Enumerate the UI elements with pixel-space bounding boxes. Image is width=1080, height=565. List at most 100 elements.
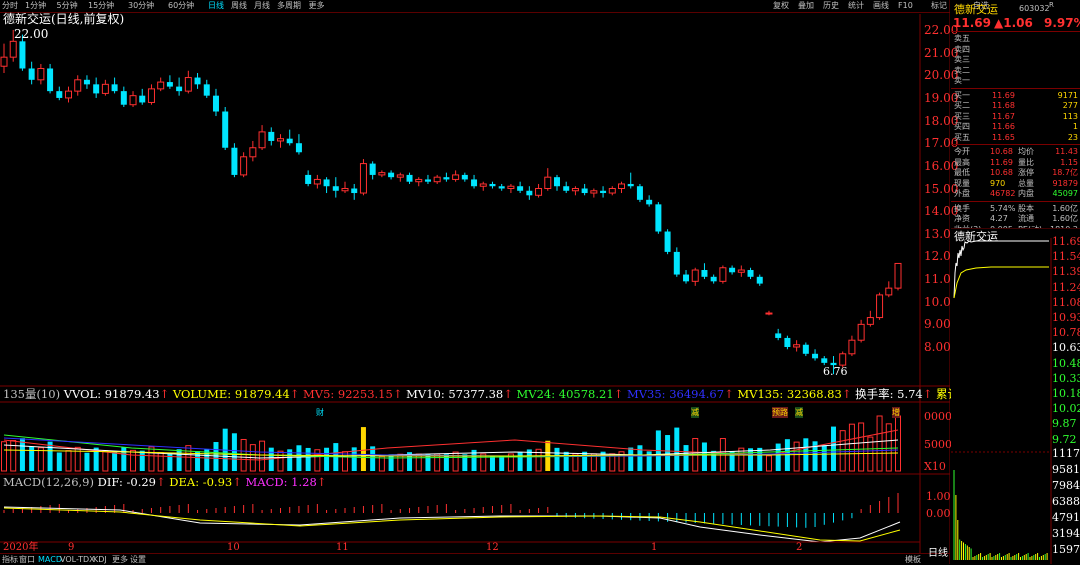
candle[interactable] [452, 170, 460, 182]
candle[interactable] [56, 86, 63, 101]
candle[interactable] [636, 183, 643, 203]
candle[interactable] [129, 91, 137, 107]
candle[interactable] [756, 274, 763, 286]
candle[interactable] [332, 177, 339, 198]
tab-kdj[interactable]: KDJ [93, 554, 107, 565]
candle[interactable] [571, 186, 579, 196]
tab-macd[interactable]: MACD [38, 554, 62, 565]
template-button[interactable]: 模板 [905, 554, 921, 565]
candle[interactable] [719, 265, 727, 284]
ask-row[interactable]: 卖三 [954, 54, 1080, 65]
candle[interactable] [802, 342, 809, 357]
candle[interactable] [729, 265, 736, 275]
candle[interactable] [737, 265, 745, 277]
event-marker[interactable]: 财 [316, 407, 324, 418]
volume-indicator-name[interactable]: 135量(10) [3, 387, 60, 401]
bid-row[interactable]: 买五 11.65 23 [954, 132, 1080, 143]
candle[interactable] [139, 88, 146, 105]
candle[interactable] [388, 170, 395, 180]
candle[interactable] [600, 186, 607, 198]
candle[interactable] [857, 319, 865, 343]
ask-row[interactable]: 卖一 [954, 75, 1080, 86]
candle[interactable] [65, 86, 73, 103]
candle[interactable] [240, 152, 248, 178]
candle[interactable] [184, 70, 192, 94]
candle[interactable] [323, 177, 330, 194]
candle[interactable] [866, 310, 874, 327]
candle[interactable] [793, 340, 801, 352]
candle[interactable] [258, 125, 266, 151]
candle[interactable] [313, 174, 321, 189]
candle[interactable] [775, 328, 782, 341]
candle[interactable] [673, 247, 680, 277]
candle[interactable] [581, 183, 588, 196]
candle[interactable] [563, 181, 570, 194]
candle[interactable] [203, 79, 210, 98]
bid-row[interactable]: 买二 11.68 277 [954, 100, 1080, 111]
candle[interactable] [710, 274, 717, 284]
candle[interactable] [424, 174, 431, 184]
event-marker[interactable]: 增 [892, 407, 900, 418]
candle[interactable] [305, 170, 312, 187]
event-marker[interactable]: 预路 [772, 407, 788, 418]
candle[interactable] [479, 181, 487, 191]
candle[interactable] [618, 181, 626, 194]
candle[interactable] [359, 159, 367, 196]
candle[interactable] [351, 183, 358, 200]
candle[interactable] [295, 134, 302, 155]
tab-settings[interactable]: 设置 [130, 554, 146, 565]
candle[interactable] [608, 186, 616, 196]
candle[interactable] [93, 77, 100, 98]
candle[interactable] [286, 129, 293, 146]
candle[interactable] [406, 172, 413, 184]
candle[interactable] [544, 168, 552, 191]
candle[interactable] [0, 43, 8, 74]
candle[interactable] [765, 310, 773, 316]
candle[interactable] [341, 181, 349, 194]
candle[interactable] [147, 84, 155, 105]
candle[interactable] [812, 349, 819, 361]
candle[interactable] [655, 202, 662, 234]
candle[interactable] [37, 63, 45, 85]
candle[interactable] [821, 356, 828, 366]
candle[interactable] [747, 267, 754, 280]
bid-row[interactable]: 买一 11.69 9171 [954, 90, 1080, 101]
candle[interactable] [507, 183, 515, 194]
candle[interactable] [691, 267, 699, 286]
bid-row[interactable]: 买四 11.66 1 [954, 121, 1080, 132]
macd-indicator-name[interactable]: MACD(12,26,9) [3, 475, 94, 489]
candle[interactable] [517, 181, 524, 194]
event-marker[interactable]: 减 [795, 407, 803, 418]
candle[interactable] [526, 186, 533, 200]
event-marker[interactable]: 减 [691, 407, 699, 418]
candle[interactable] [101, 79, 109, 96]
candle[interactable] [111, 77, 118, 94]
candle[interactable] [553, 174, 560, 191]
tab-more[interactable]: 更多 [112, 554, 128, 565]
candle[interactable] [535, 183, 543, 198]
candle[interactable] [443, 172, 450, 182]
tab-window[interactable]: 窗口 [19, 554, 35, 565]
candle[interactable] [590, 188, 598, 198]
candle[interactable] [461, 172, 468, 182]
candle[interactable] [157, 77, 165, 92]
candle[interactable] [47, 63, 54, 94]
ask-row[interactable]: 卖四 [954, 44, 1080, 55]
candle[interactable] [646, 195, 653, 207]
candle[interactable] [664, 229, 671, 255]
candle[interactable] [894, 262, 902, 291]
candle[interactable] [885, 281, 893, 298]
candle[interactable] [489, 181, 496, 189]
candle[interactable] [784, 335, 791, 350]
candle[interactable] [276, 134, 284, 148]
candle[interactable] [396, 172, 404, 182]
candle[interactable] [498, 183, 505, 191]
ask-row[interactable]: 卖五 [954, 33, 1080, 44]
tab-indicators[interactable]: 指标 [2, 554, 18, 565]
candle[interactable] [231, 143, 238, 178]
candle[interactable] [369, 161, 376, 180]
candle[interactable] [74, 75, 82, 96]
candle[interactable] [433, 174, 441, 184]
ask-row[interactable]: 卖二 [954, 65, 1080, 76]
candle[interactable] [627, 172, 634, 189]
